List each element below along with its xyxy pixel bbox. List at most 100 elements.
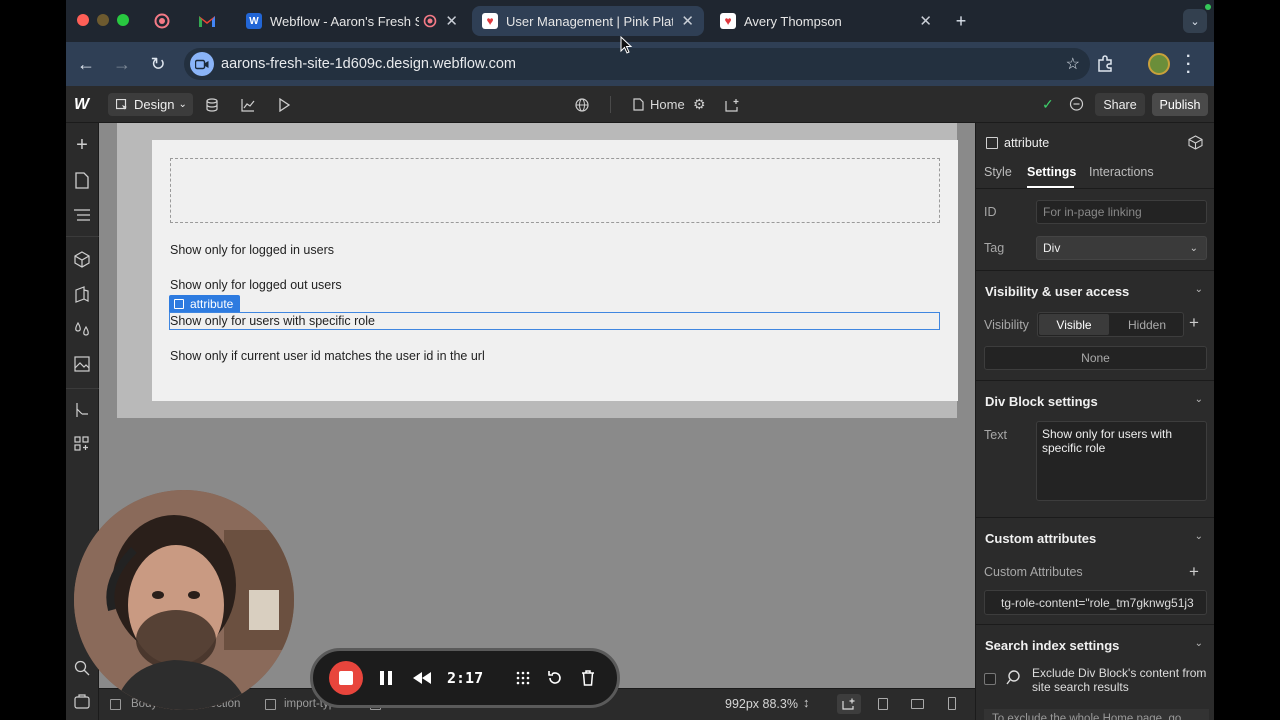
stop-recording-button[interactable] bbox=[329, 661, 363, 695]
search-index-title[interactable]: Search index settings bbox=[985, 638, 1119, 653]
rewind-button[interactable] bbox=[406, 662, 438, 694]
tab-style[interactable]: Style bbox=[984, 165, 1012, 179]
pages-icon[interactable] bbox=[72, 170, 92, 190]
specific-role-text[interactable]: Show only for users with specific role bbox=[170, 314, 375, 328]
address-bar-row: ← → ↻ aarons-fresh-site-1d609c.design.we… bbox=[66, 42, 1214, 86]
star-icon[interactable]: ☆ bbox=[1066, 54, 1080, 74]
logged-out-text[interactable]: Show only for logged out users bbox=[170, 278, 342, 292]
grid-button[interactable] bbox=[507, 662, 539, 694]
locale-button[interactable] bbox=[575, 86, 589, 123]
add-box-icon bbox=[725, 98, 739, 112]
cms-button[interactable] bbox=[205, 86, 219, 123]
site-info-button[interactable] bbox=[190, 52, 214, 76]
omnibox[interactable]: aarons-fresh-site-1d609c.design.webflow.… bbox=[184, 48, 1090, 80]
minimize-window-button[interactable] bbox=[97, 14, 109, 26]
chevron-down-icon[interactable]: ⌄ bbox=[1195, 284, 1203, 295]
record-icon bbox=[154, 13, 170, 29]
tab-webflow[interactable]: W Webflow - Aaron's Fresh S ✕ bbox=[236, 6, 468, 36]
close-tab-icon[interactable]: ✕ bbox=[681, 12, 694, 30]
variables-icon[interactable] bbox=[72, 319, 92, 339]
close-window-button[interactable] bbox=[77, 14, 89, 26]
tab-avery-thompson[interactable]: ♥ Avery Thompson ✕ bbox=[710, 6, 942, 36]
mobile-portrait-icon[interactable] bbox=[948, 697, 956, 710]
logged-in-text[interactable]: Show only for logged in users bbox=[170, 243, 334, 257]
add-condition-icon[interactable]: + bbox=[1189, 313, 1199, 333]
pinned-tab-record[interactable] bbox=[153, 12, 171, 30]
kebab-menu-icon[interactable]: · · · bbox=[1186, 49, 1196, 81]
mobile-landscape-icon[interactable] bbox=[911, 699, 924, 709]
resize-icon[interactable]: ↕ bbox=[803, 695, 810, 710]
preview-button[interactable] bbox=[278, 86, 290, 123]
trash-icon bbox=[582, 670, 594, 686]
breakpoint-desktop-button[interactable] bbox=[837, 694, 861, 714]
add-panel-button[interactable] bbox=[725, 86, 741, 123]
exclude-checkbox[interactable] bbox=[984, 673, 996, 685]
empty-div-block[interactable] bbox=[170, 158, 940, 223]
navigator-icon[interactable] bbox=[72, 205, 92, 225]
tab-settings[interactable]: Settings bbox=[1027, 165, 1076, 179]
div-block-icon bbox=[986, 137, 998, 149]
close-tab-icon[interactable]: ✕ bbox=[445, 12, 458, 30]
chevron-down-icon: ⌄ bbox=[1189, 242, 1198, 254]
profile-avatar[interactable] bbox=[1148, 53, 1170, 75]
text-label: Text bbox=[984, 428, 1007, 442]
help-icon[interactable] bbox=[72, 692, 92, 712]
new-tab-button[interactable]: + bbox=[952, 11, 970, 31]
logic-icon[interactable] bbox=[72, 400, 92, 420]
tab-search-button[interactable]: ⌄ bbox=[1183, 9, 1207, 33]
hidden-option[interactable]: Hidden bbox=[1112, 314, 1182, 335]
tablet-icon[interactable] bbox=[878, 698, 888, 710]
status-dot bbox=[1205, 4, 1211, 10]
apps-icon[interactable] bbox=[72, 434, 92, 454]
design-mode-dropdown[interactable]: Design ⌄ bbox=[108, 93, 193, 116]
assets-icon[interactable] bbox=[72, 354, 92, 374]
div-block-section-title[interactable]: Div Block settings bbox=[985, 394, 1098, 409]
selected-element-tag[interactable]: attribute bbox=[169, 295, 241, 312]
tab-interactions[interactable]: Interactions bbox=[1089, 165, 1154, 179]
tab-user-management[interactable]: ♥ User Management | Pink Platf ✕ bbox=[472, 6, 704, 36]
webflow-logo-icon[interactable]: W bbox=[74, 86, 89, 123]
restart-icon bbox=[548, 671, 561, 684]
canvas-size-readout: 992px 88.3% bbox=[725, 697, 798, 711]
pinned-tab-gmail[interactable] bbox=[198, 12, 216, 30]
back-button[interactable]: ← bbox=[75, 53, 97, 75]
visibility-section-title[interactable]: Visibility & user access bbox=[985, 284, 1129, 299]
page-settings-button[interactable]: ⚙ bbox=[693, 86, 706, 123]
attribute-row[interactable]: tg-role-content="role_tm7gknwg51j3 bbox=[984, 590, 1207, 615]
delete-recording-button[interactable] bbox=[572, 662, 604, 694]
analytics-button[interactable] bbox=[241, 86, 255, 123]
visible-option[interactable]: Visible bbox=[1039, 314, 1109, 335]
page-selector[interactable]: Home bbox=[633, 86, 685, 123]
comments-button[interactable] bbox=[1069, 86, 1084, 123]
chevron-down-icon[interactable]: ⌄ bbox=[1195, 394, 1203, 405]
extensions-button[interactable] bbox=[1095, 54, 1115, 74]
saved-check-icon: ✓ bbox=[1042, 96, 1054, 112]
maximize-window-button[interactable] bbox=[117, 14, 129, 26]
share-button[interactable]: Share bbox=[1095, 93, 1145, 116]
none-button[interactable]: None bbox=[984, 346, 1207, 370]
components-icon[interactable] bbox=[72, 249, 92, 269]
visibility-section: Visibility & user access ⌄ Visibility Vi… bbox=[976, 270, 1214, 380]
add-attribute-icon[interactable]: + bbox=[1189, 562, 1199, 582]
add-elements-icon[interactable]: + bbox=[72, 134, 92, 156]
chevron-down-icon[interactable]: ⌄ bbox=[1195, 531, 1203, 542]
recording-timer: 2:17 bbox=[447, 669, 484, 687]
forward-button[interactable]: → bbox=[111, 53, 133, 75]
tag-select[interactable]: Div ⌄ bbox=[1036, 236, 1207, 260]
publish-button[interactable]: Publish bbox=[1152, 93, 1208, 116]
component-button[interactable] bbox=[1188, 135, 1203, 153]
user-id-match-text[interactable]: Show only if current user id matches the… bbox=[170, 349, 485, 363]
styles-icon[interactable] bbox=[72, 284, 92, 304]
reload-button[interactable]: ↻ bbox=[147, 53, 169, 75]
id-input[interactable]: For in-page linking bbox=[1036, 200, 1207, 224]
pause-button[interactable] bbox=[370, 662, 402, 694]
restart-button[interactable] bbox=[539, 662, 571, 694]
custom-attributes-title[interactable]: Custom attributes bbox=[985, 531, 1096, 546]
chevron-down-icon[interactable]: ⌄ bbox=[1195, 638, 1203, 649]
section[interactable]: Show only for logged in users Show only … bbox=[152, 140, 958, 401]
text-textarea[interactable]: Show only for users with specific role bbox=[1036, 421, 1207, 501]
search-icon[interactable] bbox=[72, 658, 92, 678]
rail-divider bbox=[66, 236, 99, 237]
close-tab-icon[interactable]: ✕ bbox=[919, 12, 932, 30]
play-icon bbox=[279, 97, 290, 112]
